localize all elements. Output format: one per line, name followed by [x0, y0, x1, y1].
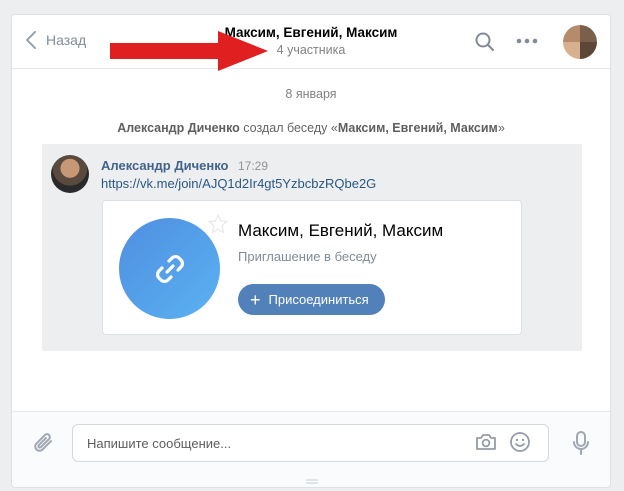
date-separator: 8 января: [285, 87, 337, 101]
more-icon[interactable]: [515, 37, 539, 45]
message-time[interactable]: 17:29: [238, 159, 268, 173]
plus-icon: +: [250, 289, 261, 310]
service-chat-name: Максим, Евгений, Максим: [337, 121, 498, 135]
avatar[interactable]: [51, 155, 89, 193]
microphone-icon[interactable]: [571, 430, 591, 456]
composer: [12, 411, 610, 487]
smile-icon[interactable]: [509, 431, 531, 453]
search-icon[interactable]: [474, 31, 496, 53]
join-button[interactable]: + Присоединиться: [238, 284, 385, 315]
message-link[interactable]: https://vk.me/join/AJQ1d2Ir4gt5YzbcbzRQb…: [101, 176, 376, 191]
invite-subtitle: Приглашение в беседу: [238, 249, 377, 264]
member-count[interactable]: 4 участника: [12, 43, 610, 57]
message[interactable]: Александр Диченко 17:29 https://vk.me/jo…: [42, 144, 582, 351]
service-message: Александр Диченко создал беседу «Максим,…: [12, 121, 610, 135]
chat-window: Назад Максим, Евгений, Максим 4 участник…: [11, 14, 611, 488]
camera-icon[interactable]: [475, 433, 497, 451]
service-actor[interactable]: Александр Диченко: [117, 121, 240, 135]
red-arrow-annotation: [110, 31, 268, 71]
invite-card[interactable]: Максим, Евгений, Максим Приглашение в бе…: [102, 200, 522, 335]
resize-grip-icon[interactable]: [306, 479, 318, 485]
link-icon: [155, 254, 184, 283]
service-end: »: [497, 121, 505, 135]
chat-header: Назад Максим, Евгений, Максим 4 участник…: [12, 15, 610, 71]
service-text: создал беседу «: [239, 121, 338, 135]
invite-image[interactable]: [119, 218, 220, 319]
invite-title: Максим, Евгений, Максим: [238, 221, 444, 240]
join-button-label: Присоединиться: [268, 292, 369, 307]
message-author[interactable]: Александр Диченко: [101, 158, 228, 173]
paperclip-icon[interactable]: [32, 430, 56, 456]
star-icon: [207, 213, 229, 234]
chat-avatar[interactable]: [563, 25, 597, 59]
